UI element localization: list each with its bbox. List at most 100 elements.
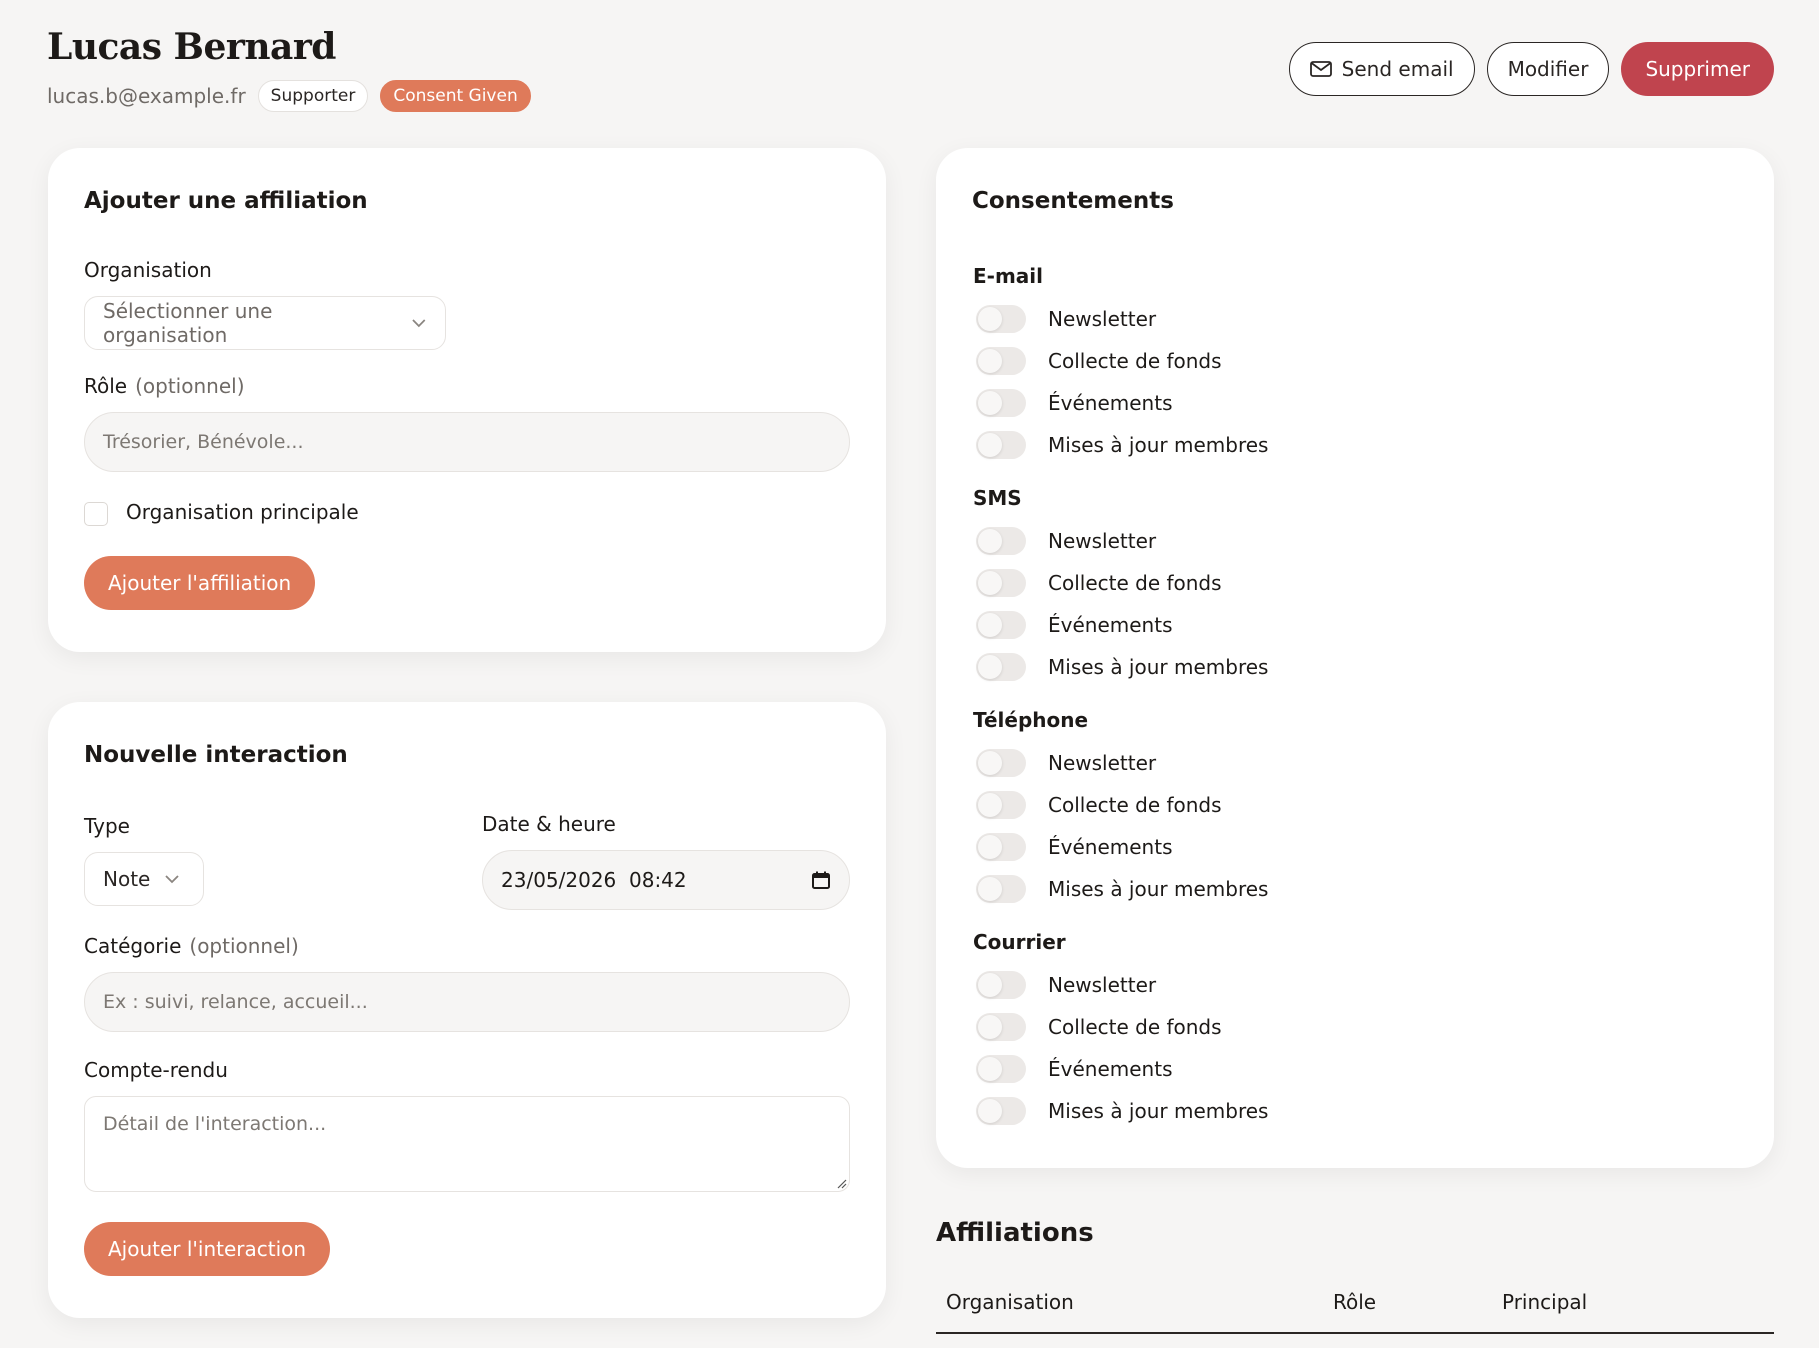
consent-row[interactable]: Événements [976,610,1172,640]
report-placeholder: Détail de l'interaction... [103,1113,327,1135]
calendar-icon[interactable] [811,870,831,890]
consent-row[interactable]: Mises à jour membres [976,652,1268,682]
consent-row[interactable]: Newsletter [976,304,1156,334]
affiliations-title: Affiliations [936,1218,1094,1248]
consent-badge: Consent Given [380,80,531,112]
add-interaction-button[interactable]: Ajouter l'interaction [84,1222,331,1276]
category-optional-text: (optionnel) [189,934,299,958]
consent-toggle[interactable] [976,749,1026,777]
consent-group-sms: SMS [973,486,1022,510]
delete-button[interactable]: Supprimer [1621,42,1774,96]
consent-row[interactable]: Newsletter [976,748,1156,778]
chevron-down-icon [165,875,179,884]
consent-row[interactable]: Événements [976,832,1172,862]
type-label: Type [84,814,130,838]
consents-title: Consentements [972,188,1174,214]
consent-toggle[interactable] [976,569,1026,597]
consent-toggle[interactable] [976,833,1026,861]
send-email-button[interactable]: Send email [1288,42,1475,96]
consent-label: Mises à jour membres [1048,433,1269,457]
consent-toggle[interactable] [976,1097,1026,1125]
consent-label: Événements [1048,835,1173,859]
consent-label: Événements [1048,1057,1173,1081]
report-label: Compte-rendu [84,1058,228,1082]
chevron-down-icon [412,319,426,328]
header-actions: Send email Modifier Supprimer [1288,42,1774,96]
consent-row[interactable]: Newsletter [976,970,1156,1000]
consent-label: Mises à jour membres [1048,877,1269,901]
contact-email: lucas.b@example.fr [47,84,246,108]
datetime-input[interactable]: 23/05/2026 08:42 [482,850,850,910]
consent-row[interactable]: Mises à jour membres [976,1096,1268,1126]
category-input[interactable]: Ex : suivi, relance, accueil... [84,972,850,1032]
consent-group-phone: Téléphone [973,708,1089,732]
consent-toggle[interactable] [976,347,1026,375]
table-header-divider [936,1332,1774,1334]
report-textarea[interactable]: Détail de l'interaction... [84,1096,850,1192]
consent-label: Collecte de fonds [1048,349,1222,373]
affiliation-form-title: Ajouter une affiliation [84,188,368,214]
consent-row[interactable]: Newsletter [976,526,1156,556]
consent-toggle[interactable] [976,653,1026,681]
datetime-label: Date & heure [482,812,616,836]
role-label: Rôle (optionnel) [84,374,245,398]
consent-toggle[interactable] [976,431,1026,459]
consent-toggle[interactable] [976,875,1026,903]
category-label: Catégorie (optionnel) [84,934,299,958]
consent-label: Mises à jour membres [1048,655,1269,679]
consent-label: Mises à jour membres [1048,1099,1269,1123]
consent-label: Newsletter [1048,751,1157,775]
organisation-select[interactable]: Sélectionner une organisation [84,296,446,350]
interaction-form-title: Nouvelle interaction [84,742,348,768]
consent-toggle[interactable] [976,1013,1026,1041]
consent-row[interactable]: Événements [976,1054,1172,1084]
role-label-text: Rôle [84,374,128,398]
consent-toggle[interactable] [976,791,1026,819]
category-label-text: Catégorie [84,934,182,958]
consent-row[interactable]: Événements [976,388,1172,418]
affiliation-form-card: Ajouter une affiliation Organisation Sél… [48,148,886,652]
primary-organisation-checkbox[interactable] [84,502,108,526]
send-email-label: Send email [1341,57,1454,81]
consent-toggle[interactable] [976,527,1026,555]
role-optional-text: (optionnel) [135,374,245,398]
type-select[interactable]: Note [84,852,204,906]
organisation-select-value: Sélectionner une organisation [103,299,273,347]
consent-toggle[interactable] [976,971,1026,999]
edit-button[interactable]: Modifier [1486,42,1610,96]
consent-row[interactable]: Collecte de fonds [976,790,1222,820]
consent-toggle[interactable] [976,611,1026,639]
role-input[interactable]: Trésorier, Bénévole... [84,412,850,472]
consent-group-email: E-mail [973,264,1044,288]
consent-row[interactable]: Collecte de fonds [976,568,1222,598]
add-affiliation-button[interactable]: Ajouter l'affiliation [84,556,316,610]
consent-toggle[interactable] [976,1055,1026,1083]
consent-row[interactable]: Mises à jour membres [976,874,1268,904]
consent-row[interactable]: Collecte de fonds [976,346,1222,376]
primary-organisation-label: Organisation principale [126,500,359,524]
supporter-badge: Supporter [257,80,369,112]
consent-toggle[interactable] [976,389,1026,417]
type-select-value: Note [103,867,151,891]
consent-group-mail: Courrier [973,930,1066,954]
mail-icon [1309,61,1332,77]
consent-label: Collecte de fonds [1048,1015,1222,1039]
consent-label: Newsletter [1048,529,1157,553]
organisation-label: Organisation [84,258,212,282]
consent-label: Newsletter [1048,307,1157,331]
consent-label: Événements [1048,391,1173,415]
interaction-form-card: Nouvelle interaction Type Note Date & he… [48,702,886,1318]
consent-label: Collecte de fonds [1048,571,1222,595]
contact-name: Lucas Bernard [47,26,336,68]
consent-row[interactable]: Collecte de fonds [976,1012,1222,1042]
column-header-principal: Principal [1502,1290,1588,1314]
consent-label: Newsletter [1048,973,1157,997]
datetime-value: 23/05/2026 08:42 [501,868,687,892]
consent-row[interactable]: Mises à jour membres [976,430,1268,460]
consents-card: Consentements E-mail Newsletter Collecte… [936,148,1774,1168]
column-header-organisation: Organisation [946,1290,1074,1314]
consent-toggle[interactable] [976,305,1026,333]
consent-label: Collecte de fonds [1048,793,1222,817]
resize-handle-icon[interactable] [835,1177,847,1189]
contact-meta: lucas.b@example.fr Supporter Consent Giv… [47,80,531,112]
